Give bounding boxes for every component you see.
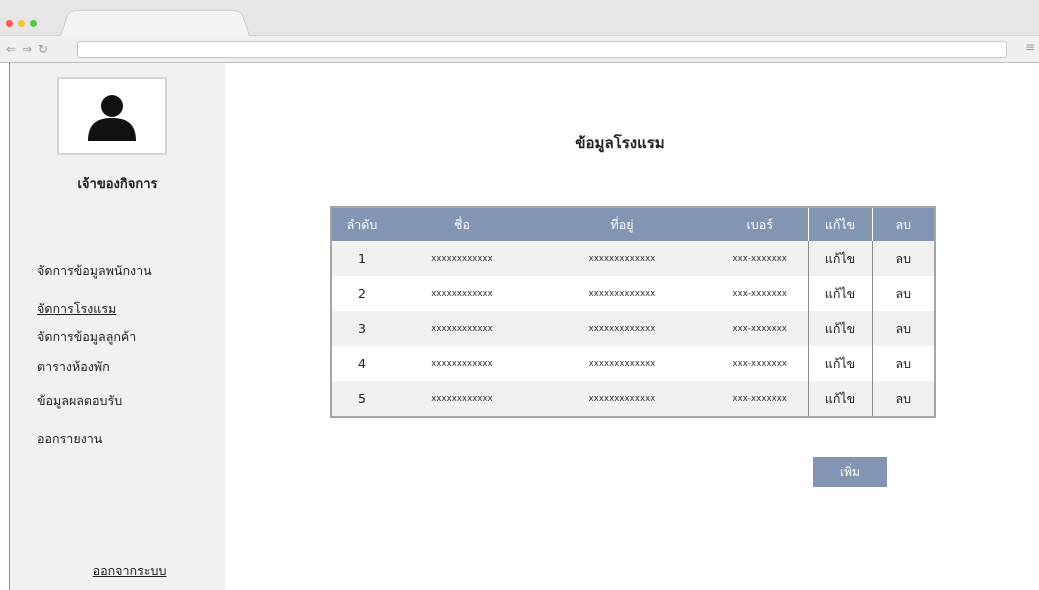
edit-link[interactable]: แก้ไข (807, 276, 872, 311)
cell-name: xxxxxxxxxxxx (392, 311, 532, 346)
cell-no: 4 (332, 346, 392, 381)
delete-link[interactable]: ลบ (871, 241, 934, 276)
sidebar: เจ้าของกิจการ จัดการข้อมูลพนักงาน จัดการ… (10, 63, 225, 590)
delete-link[interactable]: ลบ (871, 346, 934, 381)
delete-link[interactable]: ลบ (871, 276, 934, 311)
sidebar-item-manage-hotels[interactable]: จัดการโรงแรม (37, 299, 116, 319)
cell-name: xxxxxxxxxxxx (392, 346, 532, 381)
page-title: ข้อมูลโรงแรม (575, 134, 665, 152)
cell-name: xxxxxxxxxxxx (392, 381, 532, 416)
table-row: 3 xxxxxxxxxxxx xxxxxxxxxxxxx xxx-xxxxxxx… (332, 311, 934, 346)
edit-link[interactable]: แก้ไข (807, 311, 872, 346)
cell-phone: xxx-xxxxxxx (712, 381, 808, 416)
cell-phone: xxx-xxxxxxx (712, 241, 808, 276)
cell-no: 5 (332, 381, 392, 416)
user-avatar-icon (88, 95, 136, 141)
browser-tab[interactable] (60, 10, 250, 37)
main-content: ข้อมูลโรงแรม ลำดับ ชื่อ ที่อยู่ เบอร์ แก… (225, 63, 1039, 590)
header-phone: เบอร์ (712, 208, 808, 241)
table-row: 5 xxxxxxxxxxxx xxxxxxxxxxxxx xxx-xxxxxxx… (332, 381, 934, 416)
logout-link[interactable]: ออกจากระบบ (10, 561, 225, 581)
cell-address: xxxxxxxxxxxxx (532, 346, 712, 381)
owner-label: เจ้าของกิจการ (77, 177, 158, 192)
cell-phone: xxx-xxxxxxx (712, 346, 808, 381)
cell-address: xxxxxxxxxxxxx (532, 241, 712, 276)
sidebar-item-manage-employees[interactable]: จัดการข้อมูลพนักงาน (37, 261, 152, 281)
cell-no: 1 (332, 241, 392, 276)
cell-name: xxxxxxxxxxxx (392, 241, 532, 276)
add-button[interactable]: เพิ่ม (813, 457, 887, 487)
header-edit: แก้ไข (807, 208, 872, 241)
browser-toolbar: ⇐ ⇒ ↻ ≡ (0, 36, 1039, 63)
sidebar-item-feedback[interactable]: ข้อมูลผลตอบรับ (37, 391, 122, 411)
header-name: ชื่อ (392, 208, 532, 241)
cell-no: 2 (332, 276, 392, 311)
avatar (57, 77, 167, 155)
minimize-window-dot[interactable] (18, 20, 25, 27)
edit-link[interactable]: แก้ไข (807, 381, 872, 416)
forward-arrow-icon[interactable]: ⇒ (22, 40, 32, 58)
cell-name: xxxxxxxxxxxx (392, 276, 532, 311)
edit-link[interactable]: แก้ไข (807, 241, 872, 276)
reload-icon[interactable]: ↻ (38, 40, 48, 58)
cell-address: xxxxxxxxxxxxx (532, 276, 712, 311)
cell-address: xxxxxxxxxxxxx (532, 381, 712, 416)
table-row: 4 xxxxxxxxxxxx xxxxxxxxxxxxx xxx-xxxxxxx… (332, 346, 934, 381)
cell-phone: xxx-xxxxxxx (712, 276, 808, 311)
maximize-window-dot[interactable] (30, 20, 37, 27)
header-no: ลำดับ (332, 208, 392, 241)
browser-titlebar (0, 0, 1039, 37)
cell-address: xxxxxxxxxxxxx (532, 311, 712, 346)
cell-phone: xxx-xxxxxxx (712, 311, 808, 346)
hotel-table: ลำดับ ชื่อ ที่อยู่ เบอร์ แก้ไข ลบ 1 xxxx… (330, 206, 936, 418)
url-bar[interactable] (77, 41, 1007, 58)
sidebar-item-room-schedule[interactable]: ตารางห้องพัก (37, 357, 110, 377)
table-header-row: ลำดับ ชื่อ ที่อยู่ เบอร์ แก้ไข ลบ (332, 208, 934, 241)
sidebar-item-manage-customers[interactable]: จัดการข้อมูลลูกค้า (37, 327, 136, 347)
header-address: ที่อยู่ (532, 208, 712, 241)
close-window-dot[interactable] (6, 20, 13, 27)
back-arrow-icon[interactable]: ⇐ (6, 40, 16, 58)
delete-link[interactable]: ลบ (871, 381, 934, 416)
hamburger-menu-icon[interactable]: ≡ (1025, 40, 1035, 54)
sidebar-item-reports[interactable]: ออกรายงาน (37, 429, 102, 449)
edit-link[interactable]: แก้ไข (807, 346, 872, 381)
header-delete: ลบ (871, 208, 934, 241)
delete-link[interactable]: ลบ (871, 311, 934, 346)
table-row: 2 xxxxxxxxxxxx xxxxxxxxxxxxx xxx-xxxxxxx… (332, 276, 934, 311)
cell-no: 3 (332, 311, 392, 346)
table-row: 1 xxxxxxxxxxxx xxxxxxxxxxxxx xxx-xxxxxxx… (332, 241, 934, 276)
